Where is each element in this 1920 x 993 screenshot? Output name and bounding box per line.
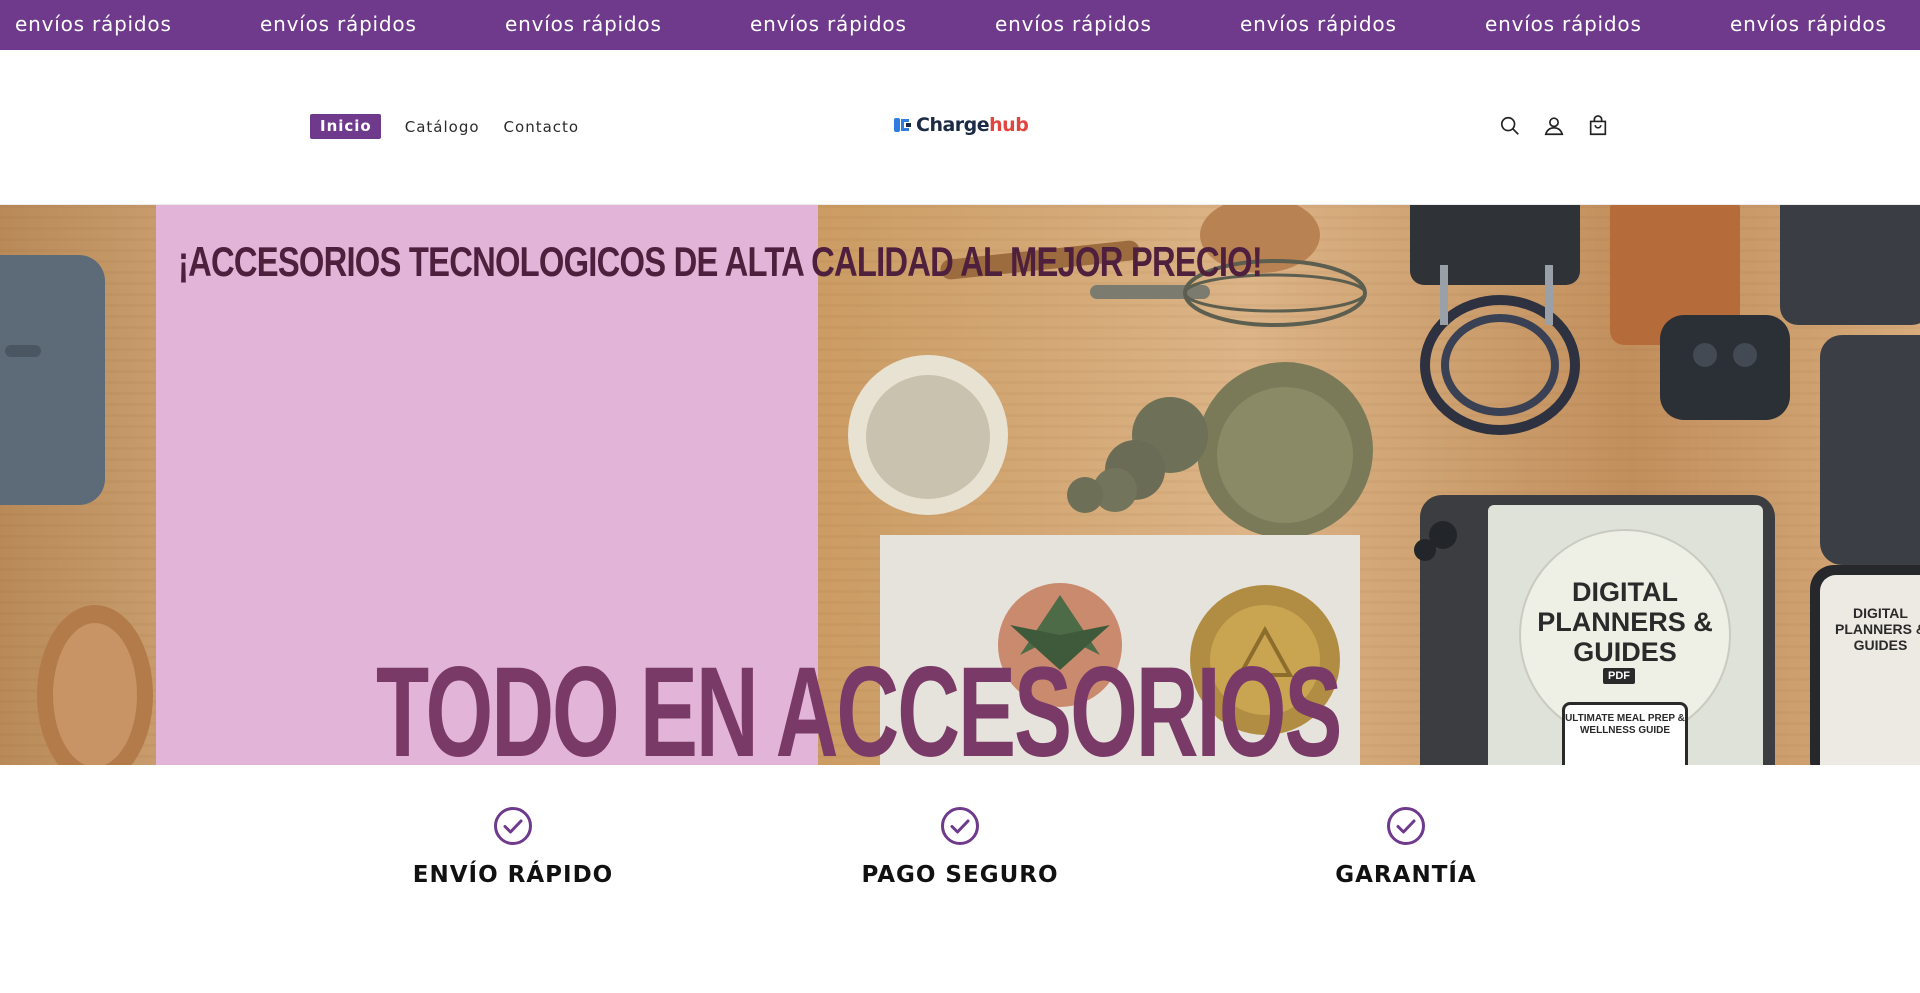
announcement-text: envíos rápidos (260, 12, 417, 36)
hero-banner[interactable]: ¡ACCESORIOS TECNOLOGICOS DE ALTA CALIDAD… (0, 205, 1920, 765)
logo-wordmark: Chargehub (916, 114, 1029, 136)
main-nav: Inicio Catálogo Contacto (310, 114, 603, 139)
site-logo[interactable]: Chargehub (893, 114, 1029, 136)
hero-tagline: TODO EN ACCESORIOS (376, 641, 1342, 765)
announcement-text: envíos rápidos (505, 12, 662, 36)
nav-item-catalogo[interactable]: Catálogo (405, 118, 480, 136)
announcement-text: envíos rápidos (1240, 12, 1397, 36)
announcement-text: envíos rápidos (15, 12, 172, 36)
search-icon[interactable] (1499, 114, 1521, 138)
check-circle-icon (1387, 807, 1425, 845)
announcement-text: envíos rápidos (995, 12, 1152, 36)
feature-title: GARANTÍA (1335, 862, 1477, 888)
header-actions (1499, 114, 1609, 138)
site-header: Inicio Catálogo Contacto Chargehub (0, 50, 1920, 205)
phone-screen-text: DIGITAL PLANNERS & GUIDES (1828, 605, 1920, 653)
pdf-badge-label: PDF (1608, 670, 1630, 682)
check-circle-icon (941, 807, 979, 845)
tablet-guide-card: ULTIMATE MEAL PREP & WELLNESS GUIDE (1562, 702, 1688, 765)
features-row: ENVÍO RÁPIDO PAGO SEGURO GARANTÍA (0, 765, 1920, 993)
announcement-bar: envíos rápidos envíos rápidos envíos ráp… (0, 0, 1920, 50)
chargehub-logo-icon (894, 118, 911, 132)
announcement-text: envíos rápidos (1730, 12, 1887, 36)
feature-pago-seguro: PAGO SEGURO (810, 806, 1110, 888)
tablet-title: DIGITAL PLANNERS & GUIDES (1537, 577, 1713, 667)
phone-title: DIGITAL PLANNERS & GUIDES (1834, 605, 1920, 653)
logo-text-hub: hub (989, 114, 1029, 136)
account-icon[interactable] (1543, 114, 1565, 138)
feature-title: PAGO SEGURO (861, 862, 1059, 888)
nav-item-inicio[interactable]: Inicio (310, 114, 381, 139)
feature-garantia: GARANTÍA (1256, 806, 1556, 888)
feature-envio-rapido: ENVÍO RÁPIDO (363, 806, 663, 888)
tablet-guide-text: ULTIMATE MEAL PREP & WELLNESS GUIDE (1565, 713, 1685, 736)
cart-icon[interactable] (1587, 114, 1609, 138)
feature-title: ENVÍO RÁPIDO (412, 862, 614, 888)
tablet-screen-text: DIGITAL PLANNERS & GUIDES (1535, 577, 1715, 667)
announcement-text: envíos rápidos (1485, 12, 1642, 36)
check-circle-icon (494, 807, 532, 845)
nav-item-contacto[interactable]: Contacto (504, 118, 580, 136)
logo-text-charge: Charge (916, 114, 990, 136)
tablet-pdf-badge: PDF (1603, 668, 1635, 684)
announcement-text: envíos rápidos (750, 12, 907, 36)
hero-headline: ¡ACCESORIOS TECNOLOGICOS DE ALTA CALIDAD… (178, 238, 1263, 285)
